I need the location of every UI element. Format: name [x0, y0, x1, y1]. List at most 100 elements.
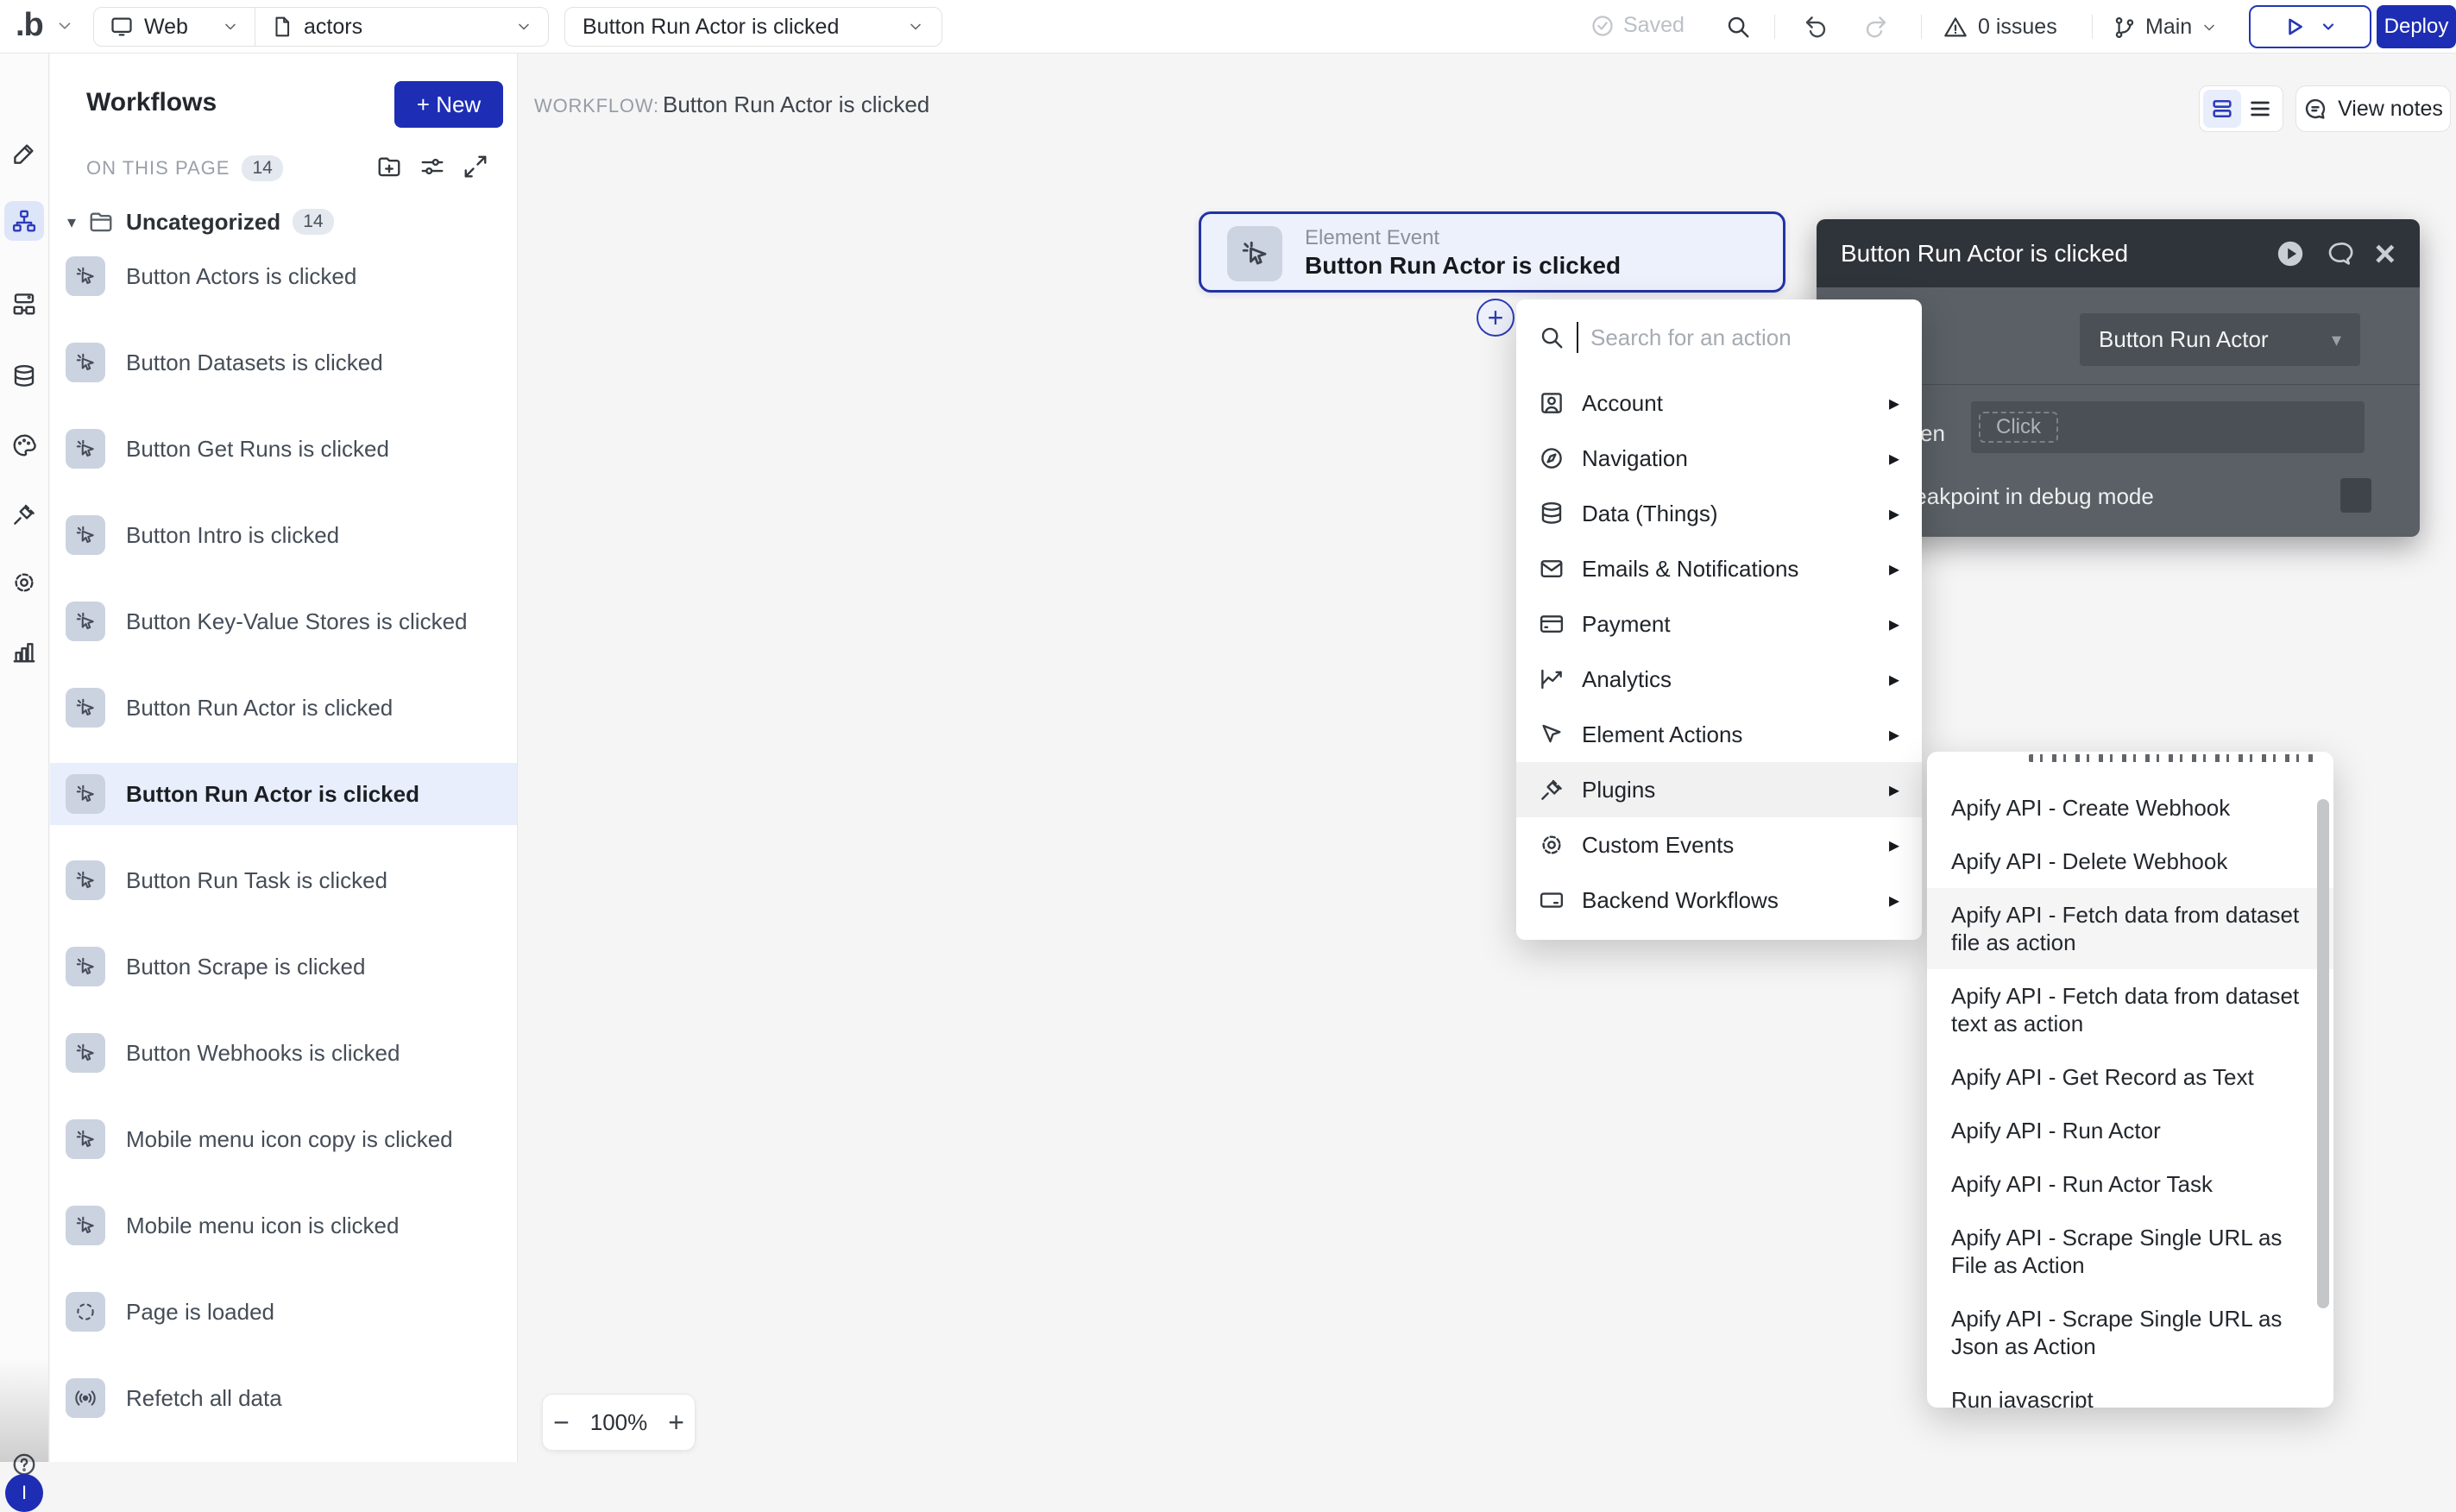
folder-uncategorized[interactable]: ▾ Uncategorized 14 — [67, 200, 334, 243]
card-view-button[interactable] — [2203, 90, 2241, 128]
rail-item-logs[interactable] — [4, 632, 44, 671]
plugin-action-item[interactable]: Apify API - Get Record as Text — [1927, 1050, 2333, 1104]
save-status: Saved — [1590, 13, 1685, 38]
workflow-item-label: Mobile menu icon is clicked — [126, 1213, 399, 1239]
platform-page-switcher: Web actors — [93, 7, 549, 47]
property-panel-header[interactable]: Button Run Actor is clicked × — [1817, 219, 2420, 287]
search-icon — [1539, 324, 1565, 350]
chevron-down-icon — [222, 18, 239, 35]
expand-panel-button[interactable] — [454, 147, 497, 186]
plugin-action-item[interactable]: Apify API - Scrape Single URL as Json as… — [1927, 1292, 2333, 1373]
action-search-input[interactable] — [1590, 324, 1899, 351]
issues-indicator[interactable]: 0 issues — [1943, 15, 2057, 40]
menu-item-account[interactable]: Account ▸ — [1516, 375, 1922, 431]
add-folder-button[interactable] — [368, 147, 411, 186]
zoom-out-button[interactable]: − — [553, 1408, 570, 1436]
scrollbar-thumb[interactable] — [2317, 799, 2329, 1308]
view-notes-button[interactable]: View notes — [2295, 85, 2451, 132]
workflow-list-item[interactable]: Refetch all data — [50, 1367, 518, 1429]
undo-button[interactable] — [1793, 4, 1838, 49]
plugin-action-item[interactable]: Apify API - Run Actor — [1927, 1104, 2333, 1157]
bubble-logo[interactable]: .b — [16, 7, 74, 44]
menu-item-backend-workflows[interactable]: Backend Workflows ▸ — [1516, 873, 1922, 928]
new-workflow-button[interactable]: + New — [394, 81, 503, 128]
menu-item-payment[interactable]: Payment ▸ — [1516, 596, 1922, 652]
plugin-action-item[interactable]: Apify API - Run Actor Task — [1927, 1157, 2333, 1211]
rail-item-workflow[interactable] — [4, 201, 44, 241]
workflow-list-item[interactable]: Button Run Actor is clicked — [50, 763, 518, 825]
submenu-arrow-icon: ▸ — [1889, 833, 1899, 858]
page-selector[interactable]: actors — [255, 8, 548, 46]
action-search-row[interactable] — [1516, 299, 1922, 375]
workflow-item-icon-chip — [66, 429, 105, 469]
user-avatar[interactable]: I — [5, 1474, 43, 1512]
rail-item-settings[interactable] — [4, 563, 44, 602]
comment-bubble-icon[interactable] — [2326, 240, 2353, 268]
branch-selector[interactable]: Main — [2113, 15, 2218, 40]
menu-item-plugins[interactable]: Plugins ▸ — [1516, 762, 1922, 817]
list-view-button[interactable] — [2241, 90, 2279, 128]
menu-item-custom-events[interactable]: Custom Events ▸ — [1516, 817, 1922, 873]
plugin-action-item[interactable]: Apify API - Delete Webhook — [1927, 835, 2333, 888]
workflow-item-icon-chip — [66, 256, 105, 296]
workflow-item-icon-chip — [66, 515, 105, 555]
menu-item-data-things[interactable]: Data (Things) ▸ — [1516, 486, 1922, 541]
workflow-list-item[interactable]: Mobile menu icon copy is clicked — [50, 1108, 518, 1170]
plugin-action-item[interactable]: Run javascript — [1927, 1373, 2333, 1408]
redo-button[interactable] — [1854, 4, 1899, 49]
workflow-list-item[interactable]: Button Scrape is clicked — [50, 936, 518, 998]
workflow-list-item[interactable]: Button Actors is clicked — [50, 245, 518, 307]
filter-sliders-button[interactable] — [411, 147, 454, 186]
submenu-arrow-icon: ▸ — [1889, 667, 1899, 692]
menu-item-label: Custom Events — [1582, 832, 1734, 859]
workflow-list-item[interactable]: Button Run Actor is clicked — [50, 677, 518, 739]
search-button[interactable] — [1716, 4, 1760, 49]
when-field[interactable]: Click — [1971, 401, 2365, 453]
submenu-arrow-icon: ▸ — [1889, 446, 1899, 471]
plugin-action-item[interactable]: Apify API - Create Webhook — [1927, 781, 2333, 835]
issues-label: 0 issues — [1978, 15, 2057, 40]
workflow-list-item[interactable]: Button Webhooks is clicked — [50, 1022, 518, 1084]
plugin-action-item[interactable]: Apify API - Fetch data from dataset file… — [1927, 888, 2333, 969]
when-value-chip[interactable]: Click — [1979, 412, 2058, 443]
gear-icon — [1539, 832, 1565, 858]
breakpoint-checkbox[interactable] — [2340, 478, 2371, 513]
cursor-click-icon — [74, 438, 97, 460]
workflow-list-item[interactable]: Button Datasets is clicked — [50, 331, 518, 394]
workflow-selector-dropdown[interactable]: Button Run Actor is clicked — [564, 7, 942, 47]
rail-item-plugins[interactable] — [4, 495, 44, 534]
workflow-list-item[interactable]: Button Run Task is clicked — [50, 849, 518, 911]
workflow-list-item[interactable]: Button Key-Value Stores is clicked — [50, 590, 518, 652]
plugin-action-label: Apify API - Create Webhook — [1951, 795, 2230, 821]
database-icon — [1539, 501, 1565, 526]
workflows-panel: Workflows + New ON THIS PAGE 14 ▾ Uncate… — [50, 54, 518, 1462]
menu-item-emails-notifications[interactable]: Emails & Notifications ▸ — [1516, 541, 1922, 596]
rail-item-components[interactable] — [4, 284, 44, 324]
submenu-arrow-icon: ▸ — [1889, 778, 1899, 803]
plugin-action-item[interactable]: Apify API - Scrape Single URL as File as… — [1927, 1211, 2333, 1292]
menu-item-analytics[interactable]: Analytics ▸ — [1516, 652, 1922, 707]
workflow-list-item[interactable]: Mobile menu icon is clicked — [50, 1194, 518, 1257]
rail-item-design[interactable] — [4, 134, 44, 173]
rail-item-data[interactable] — [4, 356, 44, 396]
workflow-list-item[interactable]: Page is loaded — [50, 1281, 518, 1343]
zoom-in-button[interactable]: + — [668, 1408, 684, 1436]
plugin-action-item[interactable]: Apify API - Fetch data from dataset text… — [1927, 969, 2333, 1050]
plugin-action-label: Apify API - Run Actor — [1951, 1118, 2161, 1143]
rail-item-styles[interactable] — [4, 425, 44, 465]
preview-button[interactable] — [2249, 5, 2371, 48]
run-play-icon[interactable] — [2276, 239, 2305, 268]
deploy-button[interactable]: Deploy — [2377, 5, 2456, 48]
menu-item-navigation[interactable]: Navigation ▸ — [1516, 431, 1922, 486]
workflow-list-item[interactable]: Button Intro is clicked — [50, 504, 518, 566]
workflow-list-item[interactable]: Button Get Runs is clicked — [50, 418, 518, 480]
folder-icon — [88, 209, 114, 235]
menu-item-element-actions[interactable]: Element Actions ▸ — [1516, 707, 1922, 762]
close-icon[interactable]: × — [2374, 236, 2396, 272]
add-action-button[interactable]: + — [1477, 299, 1515, 337]
workflow-item-icon-chip — [66, 947, 105, 986]
plug-icon — [11, 501, 37, 527]
platform-selector[interactable]: Web — [94, 8, 255, 46]
event-node[interactable]: Element Event Button Run Actor is clicke… — [1199, 211, 1785, 293]
element-dropdown[interactable]: Button Run Actor ▾ — [2080, 313, 2360, 366]
